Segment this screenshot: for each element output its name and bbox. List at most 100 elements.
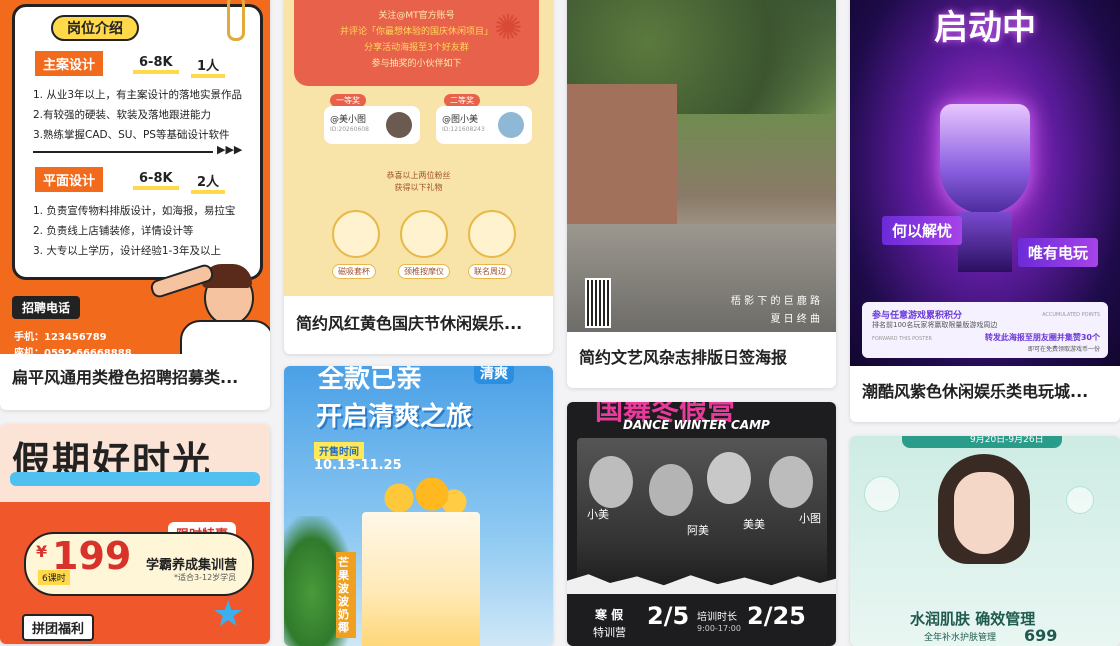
card-thumbnail: 假期好时光 限时特惠 ¥ 199 6课时 学霸养成集训营 *适合3-12岁学员 … bbox=[0, 424, 270, 644]
congrats-line: 恭喜以上两位粉丝 bbox=[386, 171, 451, 180]
poster-sub: 全年补水护肤管理 bbox=[924, 633, 997, 643]
job-count: 2人 bbox=[191, 171, 226, 194]
poster-tag: 唯有电玩 bbox=[1018, 238, 1099, 267]
card-caption[interactable]: 简约文艺风杂志排版日签海报 bbox=[579, 344, 826, 368]
bubble bbox=[1066, 486, 1094, 514]
job-desc: 3. 大专以上学历，设计经验1-3年及以上 bbox=[33, 245, 222, 257]
poster-subtitle: DANCE WINTER CAMP bbox=[623, 418, 770, 432]
winner-name: @美小图 bbox=[330, 115, 367, 125]
box-en: FORWARD THIS POSTER bbox=[872, 336, 932, 342]
landline-number: 座机：0592-66668888 bbox=[14, 348, 132, 354]
paperclip-icon bbox=[227, 0, 245, 41]
congrats-line: 获得以下礼物 bbox=[394, 183, 443, 192]
winner-id: ID:121608243 bbox=[442, 126, 485, 133]
job-desc: 1. 从业3年以上，有主案设计的落地实景作品 bbox=[33, 89, 243, 101]
winner-card: @美小图 ID:20260608 bbox=[324, 106, 420, 144]
poster-line: 夏 日 终 曲 bbox=[770, 314, 820, 325]
camp-label: 寒 假 bbox=[595, 608, 624, 622]
card-thumbnail: 关注@MT官方账号 并评论「你最想体验的国庆休闲项目」 分享活动海报至3个好友群… bbox=[284, 0, 553, 296]
poster-headline: 全款已亲 bbox=[318, 366, 423, 394]
winner-id: ID:20260608 bbox=[330, 126, 369, 133]
dancer-face bbox=[589, 456, 633, 508]
poster-headline: 启动中 bbox=[934, 8, 1036, 48]
dancer-name: 小美 bbox=[587, 508, 609, 521]
box-en: ACCUMULATED POINTS bbox=[1042, 312, 1100, 318]
headline-tag: 清爽 bbox=[474, 366, 514, 384]
template-card-daily-sign[interactable]: 梧 影 下 的 巨 鹿 路 夏 日 终 曲 简约文艺风杂志排版日签海报 bbox=[567, 0, 836, 388]
card-thumbnail: 9月20日-9月26日 水润肌肤 确效管理 全年补水护肤管理 699 bbox=[850, 436, 1120, 646]
box-line: 即可在免费领取游戏币一份 bbox=[1027, 346, 1100, 353]
winner-card: @图小美 ID:121608243 bbox=[436, 106, 532, 144]
poster-line: 梧 影 下 的 巨 鹿 路 bbox=[730, 296, 820, 307]
dancer-face bbox=[707, 452, 751, 504]
template-card-esports[interactable]: 启动中 何以解忧 唯有电玩 参与任意游戏累积积分 排名前100名玩家将赢取限量版… bbox=[850, 0, 1120, 422]
gift-massager-icon bbox=[400, 210, 448, 258]
course-name: 学霸养成集训营 bbox=[146, 558, 238, 573]
divider-arrow bbox=[33, 151, 213, 153]
building bbox=[567, 84, 677, 234]
poster-tag: 何以解忧 bbox=[882, 216, 963, 245]
card-caption[interactable]: 潮酷风紫色休闲娱乐类电玩城... bbox=[862, 378, 1110, 402]
age-note: *适合3-12岁学员 bbox=[174, 573, 237, 582]
gift-label: 颈椎按摩仪 bbox=[398, 264, 450, 279]
firework-icon: ✺ bbox=[494, 8, 523, 48]
poster-panel: 岗位介绍 主案设计 6-8K 1人 1. 从业3年以上，有主案设计的落地实景作品… bbox=[12, 0, 263, 280]
trophy-base bbox=[958, 212, 1012, 272]
end-date: 2/25 bbox=[747, 602, 806, 630]
card-thumbnail: 岗位介绍 主案设计 6-8K 1人 1. 从业3年以上，有主案设计的落地实景作品… bbox=[0, 0, 270, 354]
box-line: 转发此海报至朋友圈并集赞30个 bbox=[984, 333, 1100, 342]
card-thumbnail: 启动中 何以解忧 唯有电玩 参与任意游戏累积积分 排名前100名玩家将赢取限量版… bbox=[850, 0, 1120, 366]
product-name: 芒果波波奶椰 bbox=[336, 552, 356, 638]
template-card-drink[interactable]: 全款已亲 清爽 开启清爽之旅 开售时间 10.13-11.25 芒果波波奶椰 bbox=[284, 366, 553, 646]
template-card-skincare[interactable]: 9月20日-9月26日 水润肌肤 确效管理 全年补水护肤管理 699 bbox=[850, 436, 1120, 646]
job-salary: 6-8K bbox=[133, 171, 179, 190]
template-card-dance-camp[interactable]: 国舞冬假营 DANCE WINTER CAMP 小美 阿美 美美 小图 寒 假 … bbox=[567, 402, 836, 646]
announcement-banner: 关注@MT官方账号 并评论「你最想体验的国庆休闲项目」 分享活动海报至3个好友群… bbox=[294, 0, 539, 86]
arrows-icon: ▶▶▶ bbox=[217, 143, 243, 156]
points-box: 参与任意游戏累积积分 排名前100名玩家将赢取限量版游戏周边 ACCUMULAT… bbox=[862, 302, 1108, 358]
template-card-kids-camp[interactable]: 假期好时光 限时特惠 ¥ 199 6课时 学霸养成集训营 *适合3-12岁学员 … bbox=[0, 424, 270, 644]
bubble bbox=[864, 476, 900, 512]
avatar bbox=[386, 112, 412, 138]
poster-headline: 开启清爽之旅 bbox=[316, 402, 473, 432]
sessions-label: 6课时 bbox=[38, 570, 70, 585]
card-thumbnail: 国舞冬假营 DANCE WINTER CAMP 小美 阿美 美美 小图 寒 假 … bbox=[567, 402, 836, 646]
box-line: 排名前100名玩家将赢取限量版游戏周边 bbox=[872, 321, 998, 329]
avatar bbox=[498, 112, 524, 138]
job-desc: 2. 负责线上店铺装修，详情设计等 bbox=[33, 225, 194, 237]
trophy-icon bbox=[940, 104, 1030, 214]
poster-title: 水润肌肤 确效管理 bbox=[910, 610, 1036, 628]
winner-name: @图小美 bbox=[442, 115, 479, 125]
dancer-name: 小图 bbox=[799, 512, 821, 525]
job-name: 平面设计 bbox=[35, 167, 104, 192]
dancer-face bbox=[769, 456, 813, 508]
camp-label: 特训营 bbox=[593, 626, 626, 639]
card-thumbnail: 全款已亲 清爽 开启清爽之旅 开售时间 10.13-11.25 芒果波波奶椰 bbox=[284, 366, 553, 646]
job-desc: 1. 负责宣传物料排版设计，如海报，易拉宝 bbox=[33, 205, 236, 217]
price-symbol: ¥ bbox=[36, 542, 48, 561]
gift-label: 联名周边 bbox=[468, 264, 512, 279]
card-caption[interactable]: 简约风红黄色国庆节休闲娱乐... bbox=[296, 310, 543, 334]
sale-time-label: 开售时间 bbox=[314, 442, 364, 459]
job-desc: 3.熟练掌握CAD、SU、PS等基础设计软件 bbox=[33, 129, 230, 141]
card-caption[interactable]: 扁平风通用类橙色招聘招募类... bbox=[12, 364, 260, 388]
template-card-holiday[interactable]: 关注@MT官方账号 并评论「你最想体验的国庆休闲项目」 分享活动海报至3个好友群… bbox=[284, 0, 553, 354]
card-thumbnail: 梧 影 下 的 巨 鹿 路 夏 日 终 曲 bbox=[567, 0, 836, 332]
dancer-name: 阿美 bbox=[687, 524, 709, 537]
bottom-tag: 拼团福利 bbox=[22, 614, 95, 641]
dancer-face bbox=[649, 464, 693, 516]
template-card-recruitment[interactable]: 岗位介绍 主案设计 6-8K 1人 1. 从业3年以上，有主案设计的落地实景作品… bbox=[0, 0, 270, 410]
date-range: 9月20日-9月26日 bbox=[970, 436, 1044, 445]
cartoon-man-illustration bbox=[148, 262, 270, 354]
poster-price: 699 bbox=[1024, 626, 1058, 645]
dancer-name: 美美 bbox=[743, 518, 765, 531]
job-salary: 6-8K bbox=[133, 55, 179, 74]
duration-label: 培训时长 bbox=[697, 612, 737, 623]
job-name: 主案设计 bbox=[35, 51, 104, 76]
banner-line: 参与抽奖的小伙伴如下 bbox=[371, 59, 462, 69]
sale-dates: 10.13-11.25 bbox=[314, 458, 402, 473]
start-date: 2/5 bbox=[647, 602, 690, 630]
job-desc: 2.有较强的硬装、软装及落地跟进能力 bbox=[33, 109, 212, 121]
headline-underline bbox=[10, 472, 260, 486]
model-photo bbox=[938, 454, 1030, 574]
